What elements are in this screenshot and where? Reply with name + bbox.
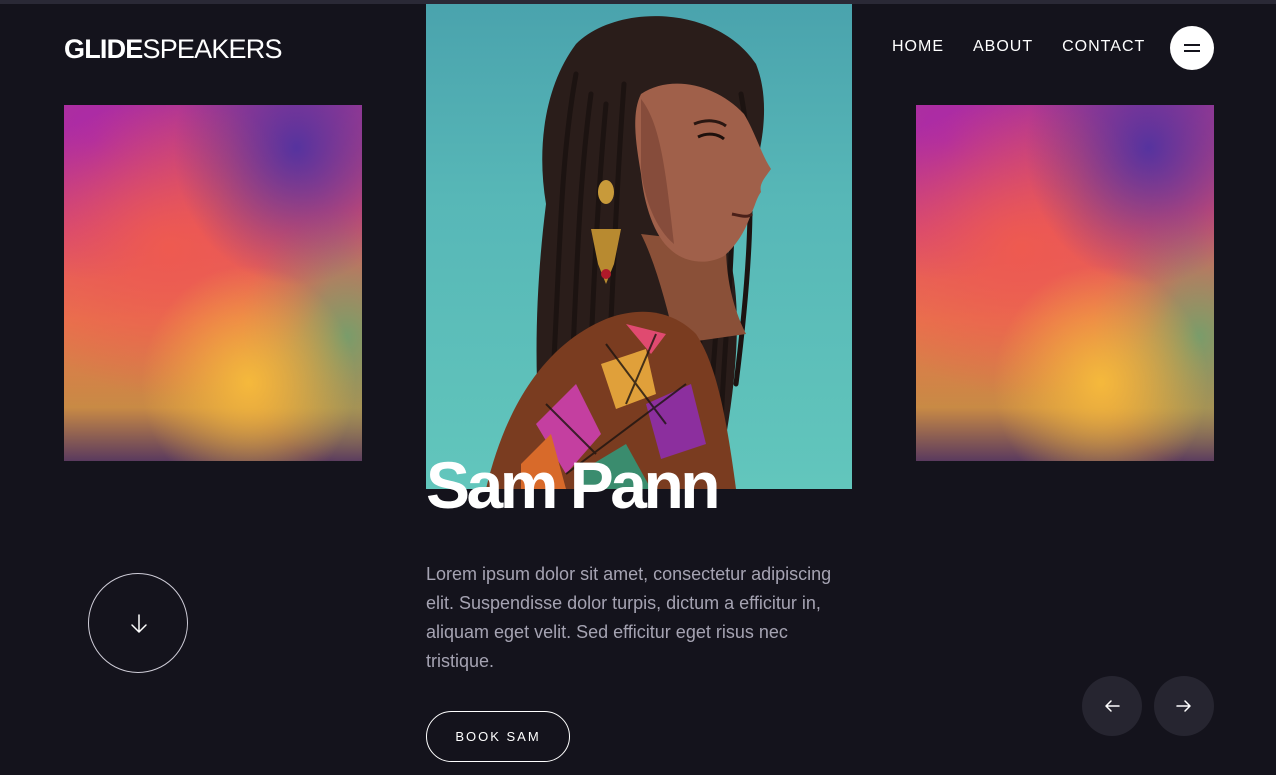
book-speaker-label: BOOK SAM <box>455 729 541 744</box>
arrow-right-icon <box>1176 700 1191 712</box>
hamburger-icon <box>1184 44 1200 46</box>
nav-home-link[interactable]: HOME <box>892 37 944 57</box>
hamburger-icon-line <box>1184 50 1200 52</box>
scroll-down-button[interactable] <box>88 573 188 673</box>
nav-contact-link[interactable]: CONTACT <box>1062 37 1145 57</box>
carousel-card-next[interactable] <box>916 105 1214 461</box>
page: GLIDESPEAKERS HOME ABOUT CONTACT Sam Pan… <box>0 0 1276 775</box>
logo-regular-text: SPEAKERS <box>142 34 283 64</box>
speaker-portrait <box>426 4 852 489</box>
carousel-next-button[interactable] <box>1154 676 1214 736</box>
main-nav: HOME ABOUT CONTACT <box>892 37 1145 57</box>
logo-bold-text: GLIDE <box>64 34 143 64</box>
carousel-card-previous[interactable] <box>64 105 362 461</box>
menu-button[interactable] <box>1170 26 1214 70</box>
arrow-down-icon <box>131 614 147 633</box>
site-logo[interactable]: GLIDESPEAKERS <box>64 34 282 64</box>
speaker-name: Sam Pann <box>426 448 721 522</box>
book-speaker-button[interactable]: BOOK SAM <box>426 711 570 762</box>
carousel-prev-button[interactable] <box>1082 676 1142 736</box>
speaker-description: Lorem ipsum dolor sit amet, consectetur … <box>426 564 832 671</box>
arrow-left-icon <box>1105 700 1120 712</box>
portrait-illustration <box>486 16 771 489</box>
nav-about-link[interactable]: ABOUT <box>973 37 1033 57</box>
